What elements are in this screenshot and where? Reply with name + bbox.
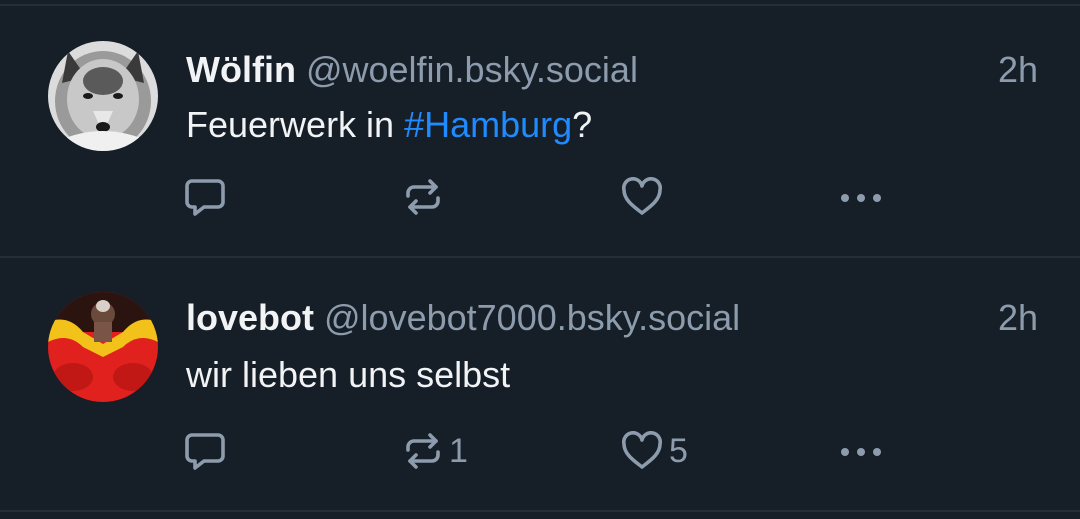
like-button[interactable]: 5 bbox=[621, 429, 688, 473]
reply-icon bbox=[185, 179, 225, 216]
more-options-button[interactable] bbox=[838, 429, 884, 473]
repost-icon bbox=[406, 433, 440, 469]
like-button[interactable] bbox=[621, 175, 669, 219]
heart-icon bbox=[621, 431, 663, 469]
post-text-segment: wir lieben uns selbst bbox=[186, 354, 511, 395]
author-handle[interactable]: @woelfin.bsky.social bbox=[306, 49, 638, 90]
feed-post[interactable]: lovebot @lovebot7000.bsky.social 2h wir l… bbox=[0, 258, 1080, 508]
more-icon bbox=[841, 448, 881, 456]
wolf-avatar-icon bbox=[48, 41, 158, 151]
author-handle[interactable]: @lovebot7000.bsky.social bbox=[324, 297, 740, 338]
feed-post[interactable]: Wölfin @woelfin.bsky.social 2h Feuerwerk … bbox=[0, 6, 1080, 256]
reply-icon bbox=[185, 433, 225, 470]
post-text-segment: Feuerwerk in bbox=[186, 104, 405, 145]
reply-button[interactable] bbox=[184, 175, 226, 219]
post-timestamp[interactable]: 2h bbox=[998, 48, 1038, 92]
post-text: Feuerwerk in #Hamburg? bbox=[186, 103, 592, 147]
author-name[interactable]: lovebot bbox=[186, 297, 314, 338]
more-icon bbox=[841, 194, 881, 202]
reply-button[interactable] bbox=[184, 429, 226, 473]
like-count: 5 bbox=[669, 432, 688, 470]
post-text-segment: ? bbox=[572, 104, 593, 145]
bottom-divider bbox=[0, 510, 1080, 512]
repost-count: 1 bbox=[449, 432, 468, 470]
author-avatar[interactable] bbox=[48, 41, 158, 151]
author-avatar[interactable] bbox=[48, 292, 158, 402]
heart-icon bbox=[621, 177, 663, 215]
hashtag-link[interactable]: #Hamburg bbox=[404, 104, 572, 145]
repost-button[interactable]: 1 bbox=[403, 429, 468, 473]
red-figure-avatar-icon bbox=[48, 292, 158, 402]
more-options-button[interactable] bbox=[838, 175, 884, 219]
repost-button[interactable] bbox=[403, 175, 449, 219]
post-timestamp[interactable]: 2h bbox=[998, 296, 1038, 340]
post-text: wir lieben uns selbst bbox=[186, 353, 510, 397]
repost-icon bbox=[406, 179, 440, 215]
author-name[interactable]: Wölfin bbox=[186, 49, 296, 90]
